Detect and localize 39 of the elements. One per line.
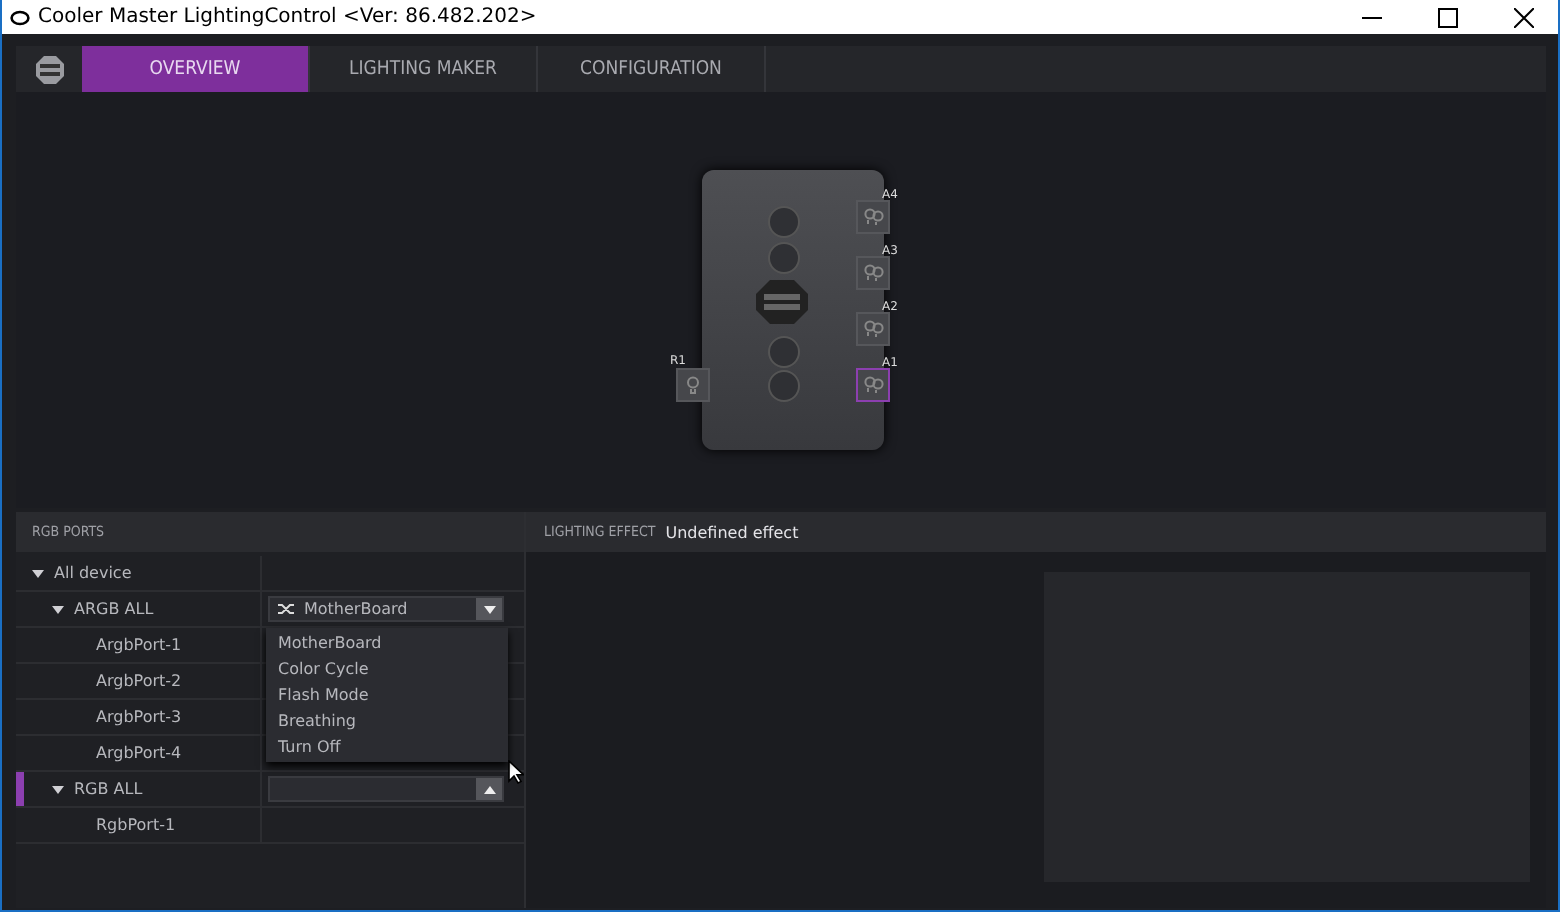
tree-item[interactable]: ArgbPort-4 [96, 744, 182, 762]
tree-item[interactable]: ArgbPort-1 [96, 636, 182, 654]
bulb-icon [863, 264, 883, 282]
caret-icon [483, 605, 495, 613]
port-button[interactable] [676, 368, 710, 402]
shuffle-icon [278, 602, 296, 616]
maximize-icon[interactable] [1438, 7, 1458, 27]
bulb-icon [686, 376, 700, 394]
port-button[interactable] [856, 256, 890, 290]
port-button[interactable] [856, 200, 890, 234]
tree-item[interactable]: All device [54, 564, 132, 582]
bulb-icon [863, 320, 883, 338]
caret-icon [483, 785, 495, 793]
bulb-icon [863, 376, 883, 394]
tree-item[interactable]: ArgbPort-2 [96, 672, 182, 690]
port-button[interactable] [856, 368, 890, 402]
menu-option[interactable]: Turn Off [266, 734, 508, 760]
app-icon [10, 9, 30, 25]
expand-caret-icon[interactable] [52, 605, 64, 613]
expand-caret-icon[interactable] [52, 785, 64, 793]
mouse-cursor-icon [508, 760, 524, 784]
window-title: Cooler Master LightingControl <Ver: 86.482.202> [38, 6, 539, 28]
menu-option[interactable]: Breathing [266, 708, 508, 734]
brand-logo-icon [756, 280, 808, 324]
bulb-icon [863, 208, 883, 226]
tree-item[interactable]: RGB ALL [74, 780, 143, 798]
port-button[interactable] [856, 312, 890, 346]
tree-item[interactable]: ARGB ALL [74, 600, 154, 618]
effect-name: Undefined effect [665, 523, 799, 541]
menu-option[interactable]: MotherBoard [266, 630, 508, 656]
menu-option[interactable]: Flash Mode [266, 682, 508, 708]
tree-item[interactable]: RgbPort-1 [96, 816, 176, 834]
nav-tab[interactable]: OVERVIEW [82, 46, 310, 92]
effect-dropdown[interactable]: MotherBoard [268, 596, 504, 622]
expand-caret-icon[interactable] [32, 569, 44, 577]
tree-item[interactable]: ArgbPort-3 [96, 708, 182, 726]
close-icon[interactable] [1514, 7, 1534, 27]
menu-option[interactable]: Color Cycle [266, 656, 508, 682]
brand-logo-icon [33, 53, 65, 85]
